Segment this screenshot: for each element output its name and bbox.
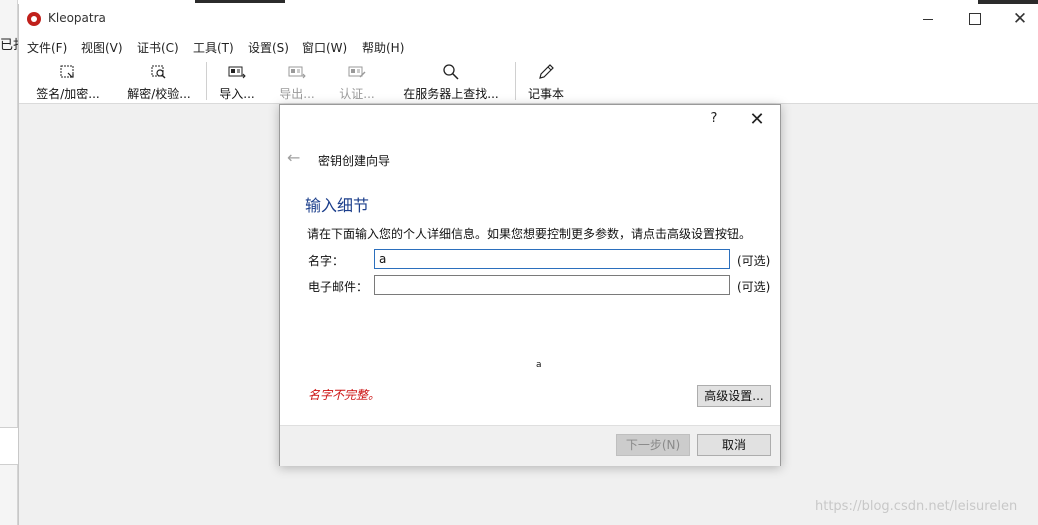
export-icon bbox=[288, 66, 306, 79]
menu-bar: 文件(F) 视图(V) 证书(C) 工具(T) 设置(S) 窗口(W) 帮助(H… bbox=[19, 34, 1038, 58]
background-fragment-top bbox=[195, 0, 285, 3]
background-input-fragment bbox=[0, 427, 18, 465]
pencil-icon bbox=[539, 64, 554, 79]
certify-icon bbox=[348, 66, 366, 78]
tool-label: 签名/加密... bbox=[36, 87, 100, 101]
next-button[interactable]: 下一步(N) bbox=[616, 434, 690, 456]
email-input[interactable] bbox=[374, 275, 730, 295]
toolbar-separator bbox=[206, 62, 207, 100]
watermark: https://blog.csdn.net/leisurelen bbox=[815, 499, 1018, 514]
search-icon bbox=[443, 64, 459, 80]
menu-certificates[interactable]: 证书(C) bbox=[137, 39, 179, 56]
menu-file[interactable]: 文件(F) bbox=[27, 39, 67, 56]
decrypt-verify-icon bbox=[151, 65, 166, 79]
kleopatra-logo-icon bbox=[27, 12, 41, 26]
menu-window[interactable]: 窗口(W) bbox=[302, 39, 347, 56]
import-icon bbox=[228, 66, 246, 79]
notepad-button[interactable]: 记事本 bbox=[521, 58, 571, 104]
stray-text: a bbox=[536, 360, 542, 370]
wizard-title: 密钥创建向导 bbox=[318, 154, 391, 168]
toolbar: 签名/加密... 解密/校验... 导入... 导出... 认证... 在服务器… bbox=[19, 58, 1038, 104]
tool-label: 导入... bbox=[219, 87, 255, 101]
email-label: 电子邮件： bbox=[308, 280, 369, 294]
help-button[interactable]: ? bbox=[706, 111, 722, 131]
back-arrow-icon[interactable]: ← bbox=[287, 149, 305, 167]
cancel-button[interactable]: 取消 bbox=[697, 434, 771, 456]
tool-label: 记事本 bbox=[527, 87, 564, 101]
dialog-footer: 下一步(N) 取消 bbox=[280, 425, 780, 466]
menu-tools[interactable]: 工具(T) bbox=[193, 39, 234, 56]
tool-label: 解密/校验... bbox=[127, 87, 191, 101]
close-dialog-button[interactable]: ✕ bbox=[746, 109, 768, 131]
sign-encrypt-icon bbox=[60, 65, 74, 78]
tool-label: 在服务器上查找... bbox=[403, 87, 499, 101]
tool-label: 认证... bbox=[339, 87, 375, 101]
title-bar[interactable]: Kleopatra ✕ bbox=[19, 4, 1038, 34]
window-title: Kleopatra bbox=[48, 11, 106, 25]
menu-help[interactable]: 帮助(H) bbox=[362, 39, 404, 56]
menu-view[interactable]: 视图(V) bbox=[81, 39, 123, 56]
toolbar-separator bbox=[515, 62, 516, 100]
email-optional-label: (可选) bbox=[737, 280, 771, 294]
sign-encrypt-button[interactable]: 签名/加密... bbox=[25, 58, 111, 104]
certify-button[interactable]: 认证... bbox=[331, 58, 383, 104]
key-creation-wizard-dialog: ? ✕ ← 密钥创建向导 输入细节 请在下面输入您的个人详细信息。如果您想要控制… bbox=[279, 104, 781, 466]
name-label: 名字： bbox=[308, 254, 345, 268]
advanced-settings-button[interactable]: 高级设置... bbox=[697, 385, 771, 407]
import-button[interactable]: 导入... bbox=[211, 58, 263, 104]
close-window-button[interactable]: ✕ bbox=[997, 4, 1038, 34]
tool-label: 导出... bbox=[279, 87, 315, 101]
page-heading: 输入细节 bbox=[305, 196, 370, 215]
decrypt-verify-button[interactable]: 解密/校验... bbox=[115, 58, 203, 104]
maximize-button[interactable] bbox=[951, 4, 997, 34]
error-message: 名字不完整。 bbox=[308, 388, 381, 402]
export-button[interactable]: 导出... bbox=[271, 58, 323, 104]
lookup-on-server-button[interactable]: 在服务器上查找... bbox=[391, 58, 511, 104]
menu-settings[interactable]: 设置(S) bbox=[248, 39, 289, 56]
name-input[interactable] bbox=[374, 249, 730, 269]
page-description: 请在下面输入您的个人详细信息。如果您想要控制更多参数，请点击高级设置按钮。 bbox=[307, 227, 752, 241]
minimize-button[interactable] bbox=[905, 4, 951, 34]
name-optional-label: (可选) bbox=[737, 254, 771, 268]
